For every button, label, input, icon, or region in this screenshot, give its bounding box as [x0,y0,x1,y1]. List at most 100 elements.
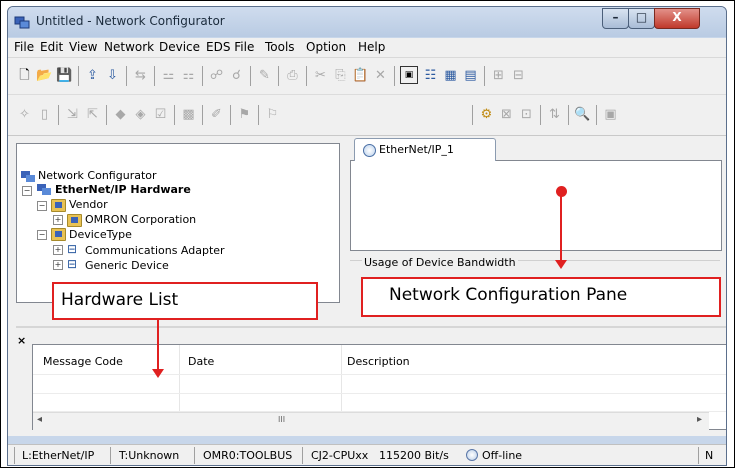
column-header-date[interactable]: Date [188,355,214,368]
tree-item-vendor[interactable]: Vendor [69,198,108,211]
move-up-icon[interactable]: ◆ [112,106,129,123]
io-comment-icon[interactable]: ⚑ [236,106,253,123]
help-icon[interactable]: ▣ [602,106,619,123]
menu-tools[interactable]: Tools [265,40,295,54]
message-list-close-icon[interactable]: × [17,334,26,347]
scroll-left-icon[interactable]: ◂ [37,414,42,425]
close-button[interactable]: X [654,8,700,29]
wizard-icon[interactable]: ✎ [256,67,273,84]
menu-file[interactable]: File [14,40,34,54]
expand-icon[interactable]: + [53,215,63,225]
large-icon-view-icon[interactable]: ▣ [400,66,418,84]
compare-device-icon[interactable]: ⊠ [498,106,515,123]
toolbar-separator [202,66,203,86]
register-icon[interactable]: ⇲ [64,106,81,123]
upload-icon[interactable]: ⇪ [84,67,101,84]
copy-icon[interactable]: ⎘ [332,67,349,84]
monitor-icon[interactable]: ⊟ [510,67,527,84]
report-icon[interactable]: ⊡ [518,106,535,123]
secondary-toolbar: ✧ ▯ ⇲ ⇱ ◆ ◈ ☑ ▩ ✐ ⚑ ⚐ ⚙ ⊠ ⊡ ⇅ 🔍 ▣ [8,95,726,136]
tree-root-label[interactable]: Network Configurator [38,169,157,182]
bandwidth-label: Usage of Device Bandwidth [362,256,518,269]
toolbar-separator [230,105,231,125]
detail-view-icon[interactable]: ▤ [462,67,479,84]
status-separator [194,447,195,464]
parameter-icon[interactable]: ⊞ [490,67,507,84]
toolbar-separator [78,66,79,86]
paste-icon[interactable]: 📋 [352,67,369,84]
menu-help[interactable]: Help [358,40,385,54]
tree-item-omron[interactable]: OMRON Corporation [85,213,196,226]
toolbar-separator [540,105,541,125]
status-target: T:Unknown [119,449,180,462]
toolbar-separator [484,66,485,86]
move-down-icon[interactable]: ◈ [132,106,149,123]
save-icon[interactable]: 💾 [56,67,73,84]
new-file-icon[interactable]: 🗋 [16,67,33,84]
column-header-description[interactable]: Description [347,355,410,368]
tree-item-ethernet-hardware[interactable]: EtherNet/IP Hardware [55,183,191,196]
monitor-device-icon[interactable]: ⚐ [264,106,281,123]
sort-icon[interactable]: ⇅ [546,106,563,123]
collapse-icon[interactable]: − [22,186,32,196]
minimize-button[interactable]: – [602,8,629,29]
menu-view[interactable]: View [69,40,97,54]
online-icon[interactable]: ☍ [208,67,225,84]
status-baud: 115200 Bit/s [379,449,449,462]
toolbar-separator [394,66,395,86]
column-header-message-code[interactable]: Message Code [43,355,123,368]
tree-item-generic-device[interactable]: Generic Device [85,259,169,272]
menu-device[interactable]: Device [159,40,200,54]
status-connection: Off-line [482,449,523,462]
maintenance-icon[interactable]: ⚙ [478,106,495,123]
disconnect-icon[interactable]: ⚏ [180,67,197,84]
list-view-icon[interactable]: ▦ [442,67,459,84]
table-row [33,393,726,394]
cut-icon[interactable]: ✂ [312,67,329,84]
offline-status-icon [466,449,478,461]
connect-icon[interactable]: ⚍ [160,67,177,84]
scroll-thumb[interactable]: III [278,415,285,424]
hardware-tree-pane[interactable]: Network Configurator − EtherNet/IP Hardw… [16,143,340,303]
download-icon[interactable]: ⇩ [104,67,121,84]
menu-option[interactable]: Option [306,40,346,54]
scroll-right-icon[interactable]: ▸ [697,414,702,425]
unregister-icon[interactable]: ⇱ [84,106,101,123]
menu-network[interactable]: Network [104,40,154,54]
window-title: Untitled - Network Configurator [36,14,225,28]
app-window: Untitled - Network Configurator – □ X Fi… [7,6,727,466]
tree-item-communications-adapter[interactable]: Communications Adapter [85,244,225,257]
print-icon[interactable]: ⎙ [284,67,301,84]
delete-icon[interactable]: ✕ [372,67,389,84]
open-folder-icon[interactable]: 📂 [36,67,53,84]
menu-edit[interactable]: Edit [40,40,63,54]
tree-item-devicetype[interactable]: DeviceType [69,228,132,241]
status-port: OMR0:TOOLBUS [203,449,293,462]
hardware-icon [36,182,52,199]
collapse-icon[interactable]: − [37,201,47,211]
toolbar-separator [278,66,279,86]
maximize-button[interactable]: □ [628,8,655,29]
compare-icon[interactable]: ⇆ [132,67,149,84]
menu-eds-file[interactable]: EDS File [206,40,254,54]
network-canvas[interactable] [350,160,722,251]
find-icon[interactable]: 🔍 [574,106,591,123]
memory-icon[interactable]: ▩ [180,106,197,123]
expand-icon[interactable]: + [53,260,63,270]
pane-splitter[interactable] [16,326,726,328]
device-wizard-icon[interactable]: ✧ [16,106,33,123]
collapse-icon[interactable]: − [37,230,47,240]
expand-icon[interactable]: + [53,245,63,255]
toolbar-separator [202,105,203,125]
tab-ethernet-ip-1[interactable]: EtherNet/IP_1 [354,138,496,161]
offline-icon[interactable]: ☌ [228,67,245,84]
network-app-icon [14,14,30,30]
properties-icon[interactable]: ▯ [36,106,53,123]
main-toolbar: 🗋 📂 💾 ⇪ ⇩ ⇆ ⚍ ⚏ ☍ ☌ ✎ ⎙ ✂ ⎘ 📋 ✕ ▣ ☷ ▦ ▤ … [8,58,726,95]
toolbar-separator [154,66,155,86]
horizontal-scrollbar[interactable]: ◂ III ▸ [33,412,709,430]
small-icon-view-icon[interactable]: ☷ [422,67,439,84]
edit-parameter-icon[interactable]: ✐ [208,106,225,123]
check-icon[interactable]: ☑ [152,106,169,123]
folder-icon [67,214,82,227]
